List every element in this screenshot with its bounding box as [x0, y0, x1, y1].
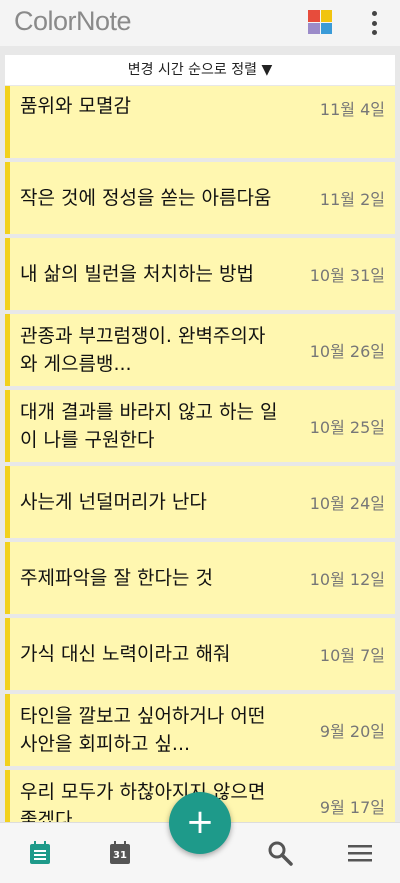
notes-list-icon[interactable]	[26, 839, 54, 867]
note-title: 주제파악을 잘 한다는 것	[20, 567, 213, 589]
note-title: 사는게 넌덜머리가 난다	[20, 491, 207, 513]
calendar-day-label: 31	[113, 850, 127, 861]
search-icon[interactable]	[266, 839, 294, 867]
note-title: 관종과 부끄럼쟁이. 완벽주의자와 게으름뱅...	[20, 325, 266, 375]
menu-icon[interactable]	[346, 839, 374, 867]
note-date: 10월 31일	[309, 266, 385, 285]
add-note-button[interactable]: +	[169, 792, 231, 854]
sort-selector[interactable]: 변경 시간 순으로 정렬 ▼	[5, 55, 395, 85]
note-list: 품위와 모멸감 11월 4일 작은 것에 정성을 쏟는 아름다움 11월 2일 …	[5, 86, 395, 846]
note-item[interactable]: 품위와 모멸감 11월 4일	[5, 86, 395, 158]
note-item[interactable]: 사는게 넌덜머리가 난다 10월 24일	[5, 466, 395, 538]
note-item[interactable]: 작은 것에 정성을 쏟는 아름다움 11월 2일	[5, 162, 395, 234]
note-date: 11월 4일	[319, 100, 385, 119]
top-bar: ColorNote	[0, 0, 400, 46]
note-title: 가식 대신 노력이라고 해줘	[20, 643, 231, 665]
note-date: 10월 12일	[309, 570, 385, 589]
note-item[interactable]: 관종과 부끄럼쟁이. 완벽주의자와 게으름뱅... 10월 26일	[5, 314, 395, 386]
note-item[interactable]: 타인을 깔보고 싶어하거나 어떤 사안을 회피하고 싶... 9월 20일	[5, 694, 395, 766]
color-grid-icon[interactable]	[308, 10, 332, 34]
app-logo: ColorNote	[14, 6, 132, 36]
note-date: 10월 24일	[309, 494, 385, 513]
note-item[interactable]: 내 삶의 빌런을 처치하는 방법 10월 31일	[5, 238, 395, 310]
note-title: 대개 결과를 바라지 않고 하는 일이 나를 구원한다	[20, 401, 278, 451]
note-date: 10월 7일	[319, 646, 385, 665]
note-item[interactable]: 대개 결과를 바라지 않고 하는 일이 나를 구원한다 10월 25일	[5, 390, 395, 462]
note-date: 10월 25일	[309, 418, 385, 437]
note-date: 10월 26일	[309, 342, 385, 361]
note-date: 9월 20일	[319, 722, 385, 741]
note-item[interactable]: 주제파악을 잘 한다는 것 10월 12일	[5, 542, 395, 614]
note-title: 타인을 깔보고 싶어하거나 어떤 사안을 회피하고 싶...	[20, 705, 266, 755]
note-title: 품위와 모멸감	[20, 95, 131, 117]
note-date: 11월 2일	[319, 190, 385, 209]
note-title: 작은 것에 정성을 쏟는 아름다움	[20, 187, 272, 209]
note-item[interactable]: 가식 대신 노력이라고 해줘 10월 7일	[5, 618, 395, 690]
more-vert-icon[interactable]	[364, 8, 384, 38]
calendar-icon[interactable]: 31	[106, 839, 134, 867]
note-title: 내 삶의 빌런을 처치하는 방법	[20, 263, 254, 285]
